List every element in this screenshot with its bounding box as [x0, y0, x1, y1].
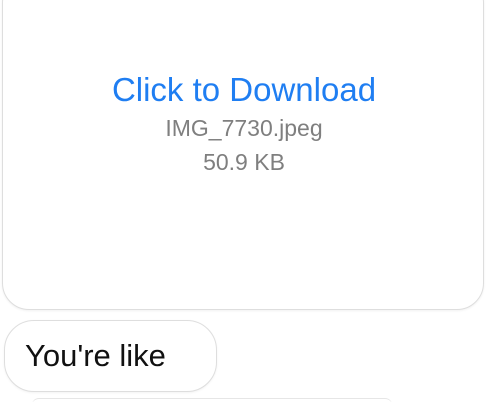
attachment-card[interactable]: Click to Download IMG_7730.jpeg 50.9 KB	[2, 0, 484, 310]
attachment-file-name: IMG_7730.jpeg	[165, 115, 323, 141]
message-bubble: You're like	[4, 320, 217, 392]
message-text: You're like	[25, 338, 166, 373]
attachment-file-size: 50.9 KB	[203, 149, 285, 175]
chat-transcript: Click to Download IMG_7730.jpeg 50.9 KB …	[0, 0, 486, 402]
attachment-details: Click to Download IMG_7730.jpeg 50.9 KB	[3, 69, 485, 179]
next-message-bubble-edge	[32, 398, 392, 402]
download-link[interactable]: Click to Download	[3, 69, 485, 111]
